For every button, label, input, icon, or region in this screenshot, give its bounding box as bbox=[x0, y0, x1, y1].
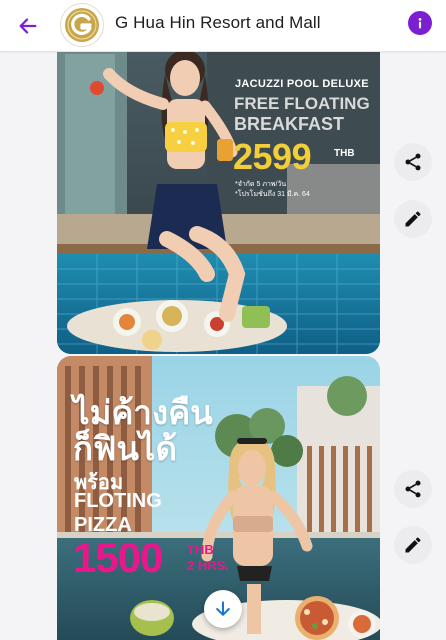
share-button-post-2[interactable] bbox=[394, 470, 432, 508]
post2-line-4: FLOTING bbox=[74, 490, 162, 512]
post1-price: 2599 bbox=[233, 136, 312, 177]
pencil-icon bbox=[405, 537, 421, 553]
breakfast-photo bbox=[57, 44, 380, 354]
edit-button-post-2[interactable] bbox=[394, 526, 432, 564]
pencil-icon bbox=[405, 211, 421, 227]
app-screen: JACUZZI POOL DELUXE FREE FLOATING BREAKF… bbox=[0, 0, 446, 640]
share-icon bbox=[405, 153, 421, 171]
top-app-bar: G Hua Hin Resort and Mall bbox=[0, 0, 446, 52]
g-logo-icon bbox=[65, 8, 99, 42]
post-image-breakfast[interactable]: JACUZZI POOL DELUXE FREE FLOATING BREAKF… bbox=[57, 44, 380, 354]
share-icon bbox=[405, 480, 421, 498]
page-title: G Hua Hin Resort and Mall bbox=[115, 13, 321, 32]
arrow-left-icon bbox=[19, 18, 37, 34]
post2-price: 1500 bbox=[73, 534, 163, 581]
info-icon bbox=[418, 18, 422, 29]
edit-button-post-1[interactable] bbox=[394, 200, 432, 238]
share-button-post-1[interactable] bbox=[394, 143, 432, 181]
post1-headline-2: BREAKFAST bbox=[234, 114, 345, 134]
brand-logo bbox=[60, 3, 104, 47]
back-button[interactable] bbox=[14, 12, 42, 40]
post1-currency: THB bbox=[334, 148, 355, 159]
post2-duration: 2 HRS. bbox=[187, 558, 229, 573]
post1-headline-1: FREE FLOATING bbox=[234, 94, 370, 113]
scroll-down-button[interactable] bbox=[204, 590, 242, 628]
arrow-down-icon bbox=[216, 601, 230, 616]
post2-currency: THB bbox=[187, 542, 214, 557]
info-button[interactable] bbox=[408, 11, 432, 35]
post1-kicker: JACUZZI POOL DELUXE bbox=[235, 78, 369, 90]
post1-note-2: *โปรโมชั่นถึง 31 มี.ค. 64 bbox=[235, 191, 310, 198]
